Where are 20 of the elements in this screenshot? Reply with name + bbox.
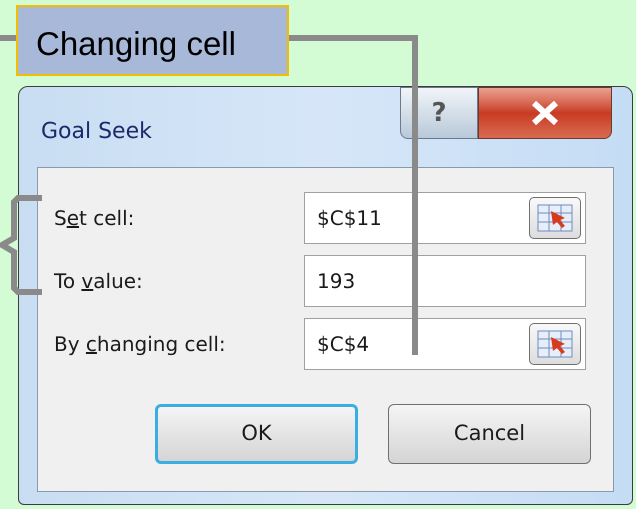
field-label: By changing cell: (54, 331, 227, 358)
text-field[interactable]: $C$11 (304, 192, 586, 244)
field-label: To value: (54, 268, 144, 295)
dialog-button[interactable]: OK (155, 404, 358, 464)
field-value: $C$4 (316, 331, 370, 358)
help-button[interactable]: ? (400, 87, 478, 139)
range-picker-button[interactable] (529, 197, 581, 239)
close-button[interactable] (478, 87, 612, 139)
field-label: Set cell: (54, 205, 136, 232)
text-field[interactable]: $C$4 (304, 318, 586, 370)
text-field[interactable]: 193 (304, 255, 586, 307)
close-icon (530, 101, 560, 125)
dialog-button[interactable]: Cancel (388, 404, 591, 464)
range-picker-button[interactable] (529, 323, 581, 365)
field-value: $C$11 (316, 205, 383, 232)
cell-range-icon (537, 204, 573, 232)
window-title: Goal Seek (41, 118, 152, 146)
callout-text: Changing cell (36, 24, 236, 64)
cell-range-icon (537, 330, 573, 358)
field-value: 193 (316, 268, 356, 295)
